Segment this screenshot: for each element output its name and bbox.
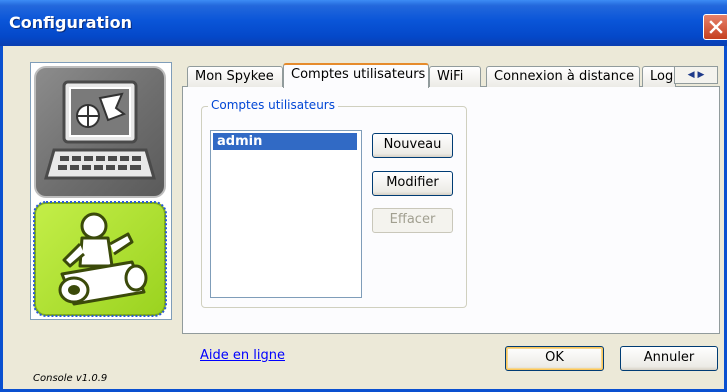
tab-label: WiFi xyxy=(437,69,464,84)
users-group-title: Comptes utilisateurs xyxy=(208,98,338,112)
delete-user-button[interactable]: Effacer xyxy=(372,208,453,233)
tab-scroll-buttons[interactable]: ◀ ▶ xyxy=(674,66,718,84)
console-settings-tile[interactable] xyxy=(34,66,166,198)
chevron-left-icon[interactable]: ◀ xyxy=(688,70,695,80)
tab-log[interactable]: Log xyxy=(642,66,676,87)
cancel-button[interactable]: Annuler xyxy=(620,346,718,371)
tab-label: Log xyxy=(650,69,674,84)
category-panel xyxy=(30,62,172,320)
title-bar[interactable]: Configuration xyxy=(0,0,727,46)
list-item[interactable]: admin xyxy=(213,133,357,150)
close-icon xyxy=(709,20,723,34)
online-help-link[interactable]: Aide en ligne xyxy=(200,348,285,363)
tab-label: Comptes utilisateurs xyxy=(291,67,426,82)
chevron-right-icon[interactable]: ▶ xyxy=(697,70,704,80)
modify-user-button[interactable]: Modifier xyxy=(372,171,453,196)
tab-label: Connexion à distance xyxy=(494,69,635,84)
tab-mon-spykee[interactable]: Mon Spykee xyxy=(187,66,283,87)
robot-settings-tile[interactable] xyxy=(33,201,167,317)
tab-wifi[interactable]: WiFi xyxy=(429,66,481,87)
tab-comptes-utilisateurs[interactable]: Comptes utilisateurs xyxy=(283,63,429,88)
window-frame-left xyxy=(0,46,3,392)
tab-connexion-a-distance[interactable]: Connexion à distance xyxy=(486,66,640,87)
users-list[interactable]: admin xyxy=(210,130,362,298)
laptop-robot-icon xyxy=(44,80,156,180)
robot-icon xyxy=(58,212,148,306)
tab-label: Mon Spykee xyxy=(195,69,274,84)
window-title: Configuration xyxy=(9,13,133,32)
ok-button[interactable]: OK xyxy=(505,346,604,371)
new-user-button[interactable]: Nouveau xyxy=(372,133,453,158)
version-label: Console v1.0.9 xyxy=(33,373,108,384)
close-button[interactable] xyxy=(703,14,727,40)
